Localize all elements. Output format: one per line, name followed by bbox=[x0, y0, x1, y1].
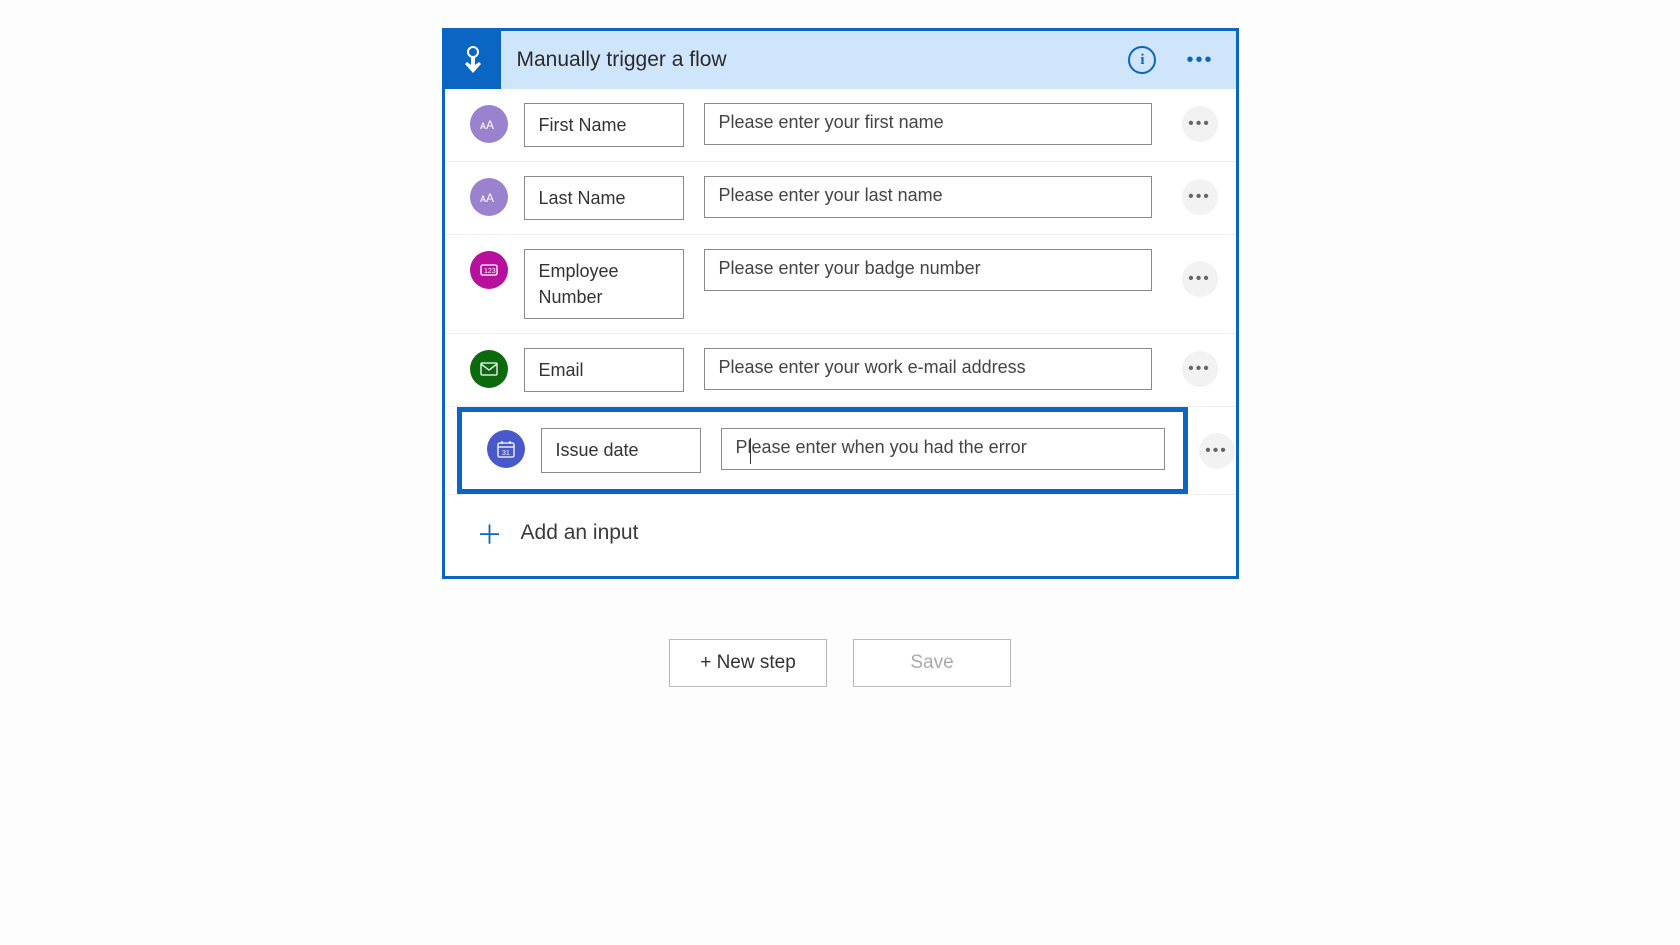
selected-input-frame: 31 Issue date Please enter when you had … bbox=[457, 407, 1188, 493]
svg-text:123: 123 bbox=[484, 268, 496, 275]
text-type-icon: ᴀA bbox=[470, 178, 508, 216]
card-header: Manually trigger a flow i ••• bbox=[445, 31, 1236, 89]
input-row-issue-date: 31 Issue date Please enter when you had … bbox=[445, 407, 1236, 494]
add-input-button[interactable]: ＋ Add an input bbox=[445, 495, 1236, 576]
trigger-card: Manually trigger a flow i ••• ᴀA First N… bbox=[442, 28, 1239, 579]
number-type-icon: 123 bbox=[470, 251, 508, 289]
input-placeholder[interactable]: Please enter your work e-mail address bbox=[704, 348, 1152, 390]
new-step-button[interactable]: + New step bbox=[669, 639, 827, 687]
card-body: ᴀA First Name Please enter your first na… bbox=[445, 89, 1236, 576]
text-type-icon: ᴀA bbox=[470, 105, 508, 143]
input-placeholder[interactable]: Please enter your last name bbox=[704, 176, 1152, 218]
plus-icon: ＋ bbox=[477, 515, 503, 552]
card-menu-icon[interactable]: ••• bbox=[1186, 55, 1213, 65]
save-button[interactable]: Save bbox=[853, 639, 1011, 687]
input-placeholder[interactable]: Please enter your badge number bbox=[704, 249, 1152, 291]
svg-text:31: 31 bbox=[502, 450, 510, 457]
text-cursor bbox=[750, 438, 752, 464]
input-label[interactable]: First Name bbox=[524, 103, 684, 147]
row-menu-icon[interactable]: ••• bbox=[1182, 106, 1218, 142]
add-input-label: Add an input bbox=[521, 521, 639, 545]
svg-text:ᴀA: ᴀA bbox=[480, 191, 494, 204]
input-label[interactable]: Email bbox=[524, 348, 684, 392]
row-menu-icon[interactable]: ••• bbox=[1182, 351, 1218, 387]
input-label[interactable]: Issue date bbox=[541, 428, 701, 472]
manual-trigger-icon bbox=[445, 31, 501, 89]
input-placeholder[interactable]: Please enter when you had the error bbox=[721, 428, 1165, 470]
input-row-employee-number: 123 Employee Number Please enter your ba… bbox=[445, 235, 1236, 334]
header-actions: i ••• bbox=[1128, 46, 1235, 74]
date-type-icon: 31 bbox=[487, 430, 525, 468]
footer-actions: + New step Save bbox=[669, 639, 1011, 687]
input-placeholder[interactable]: Please enter your first name bbox=[704, 103, 1152, 145]
info-icon[interactable]: i bbox=[1128, 46, 1156, 74]
input-label[interactable]: Employee Number bbox=[524, 249, 684, 319]
svg-text:ᴀA: ᴀA bbox=[480, 118, 494, 131]
input-label[interactable]: Last Name bbox=[524, 176, 684, 220]
row-menu-icon[interactable]: ••• bbox=[1199, 433, 1235, 469]
card-title: Manually trigger a flow bbox=[501, 48, 1129, 72]
row-menu-icon[interactable]: ••• bbox=[1182, 179, 1218, 215]
row-menu-icon[interactable]: ••• bbox=[1182, 261, 1218, 297]
input-row-firstname: ᴀA First Name Please enter your first na… bbox=[445, 89, 1236, 162]
input-row-email: Email Please enter your work e-mail addr… bbox=[445, 334, 1236, 407]
email-type-icon bbox=[470, 350, 508, 388]
input-row-lastname: ᴀA Last Name Please enter your last name… bbox=[445, 162, 1236, 235]
